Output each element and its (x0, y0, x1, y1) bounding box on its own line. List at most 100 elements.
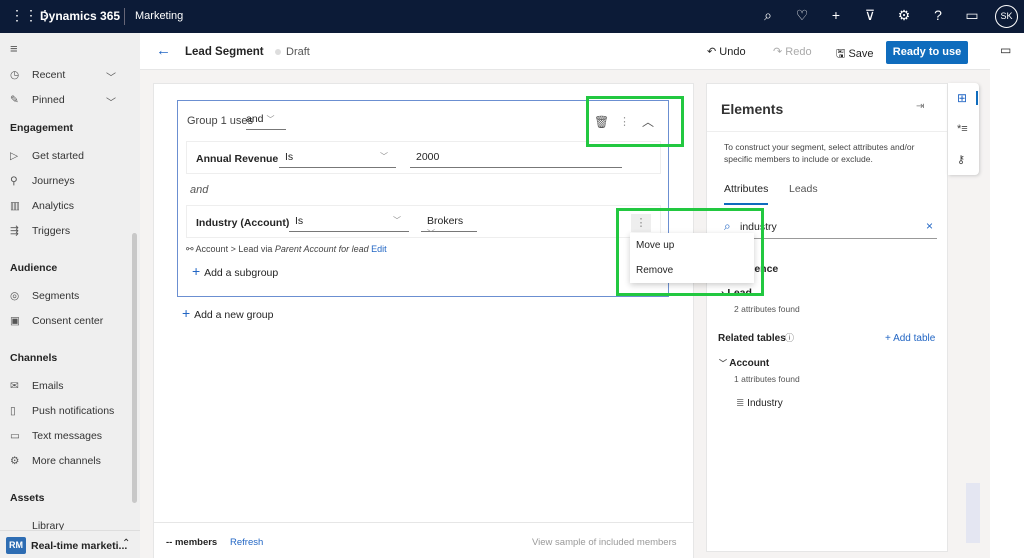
app-name: Marketing (135, 10, 184, 22)
add-group-button[interactable]: + Add a new group (182, 305, 273, 321)
segments-icon: ◎ (10, 290, 20, 302)
sidebar-item-text[interactable]: ▭ Text messages (10, 430, 102, 442)
condition-value-input[interactable]: 2000 (410, 148, 622, 168)
chevron-updown-icon: ⌃ (122, 538, 131, 549)
member-count: -- members (166, 537, 218, 548)
divider (707, 131, 947, 132)
play-icon: ▷ (10, 150, 19, 162)
sidebar-item-triggers[interactable]: ⇶ Triggers (10, 225, 70, 237)
elements-panel: Elements ⇥ To construct your segment, se… (706, 83, 948, 552)
condition-value-select[interactable]: Brokers ﹀ (421, 212, 477, 238)
undo-button[interactable]: ↶ Undo (707, 45, 746, 58)
connector-label: and (190, 184, 209, 196)
chat-icon[interactable]: ▭ (1000, 43, 1011, 57)
trigger-icon: ⇶ (10, 225, 19, 237)
status-dot (275, 49, 281, 55)
ready-to-use-button[interactable]: Ready to use (886, 41, 968, 64)
list-icon: ≣ (736, 398, 748, 409)
sidebar-item-push[interactable]: ▯ Push notifications (10, 405, 114, 417)
area-switcher[interactable]: RM Real-time marketi... ⌃ (0, 530, 140, 558)
sidebar-item-emails[interactable]: ✉ Emails (10, 380, 64, 392)
chat-icon[interactable]: ▭ (963, 7, 981, 24)
chevron-down-icon: ﹀ (427, 229, 435, 238)
redo-button[interactable]: ↷ Redo (773, 45, 812, 58)
section-channels: Channels (10, 352, 58, 364)
relationship-path: ⚯ Account > Lead via Parent Account for … (186, 244, 387, 254)
brand[interactable]: Dynamics 365 (40, 9, 120, 23)
view-sample-link[interactable]: View sample of included members (532, 537, 677, 548)
save-button[interactable]: 🖫 Save (836, 45, 874, 64)
group-operator-select[interactable]: and ﹀ (246, 113, 286, 130)
active-indicator (976, 91, 978, 105)
sidebar-item-library[interactable]: Library (10, 520, 64, 530)
more-channels-icon: ⚙ (10, 455, 20, 467)
sidebar-item-get-started[interactable]: ▷ Get started (10, 150, 84, 162)
search-icon[interactable]: ⌕ (759, 7, 777, 24)
redo-icon: ↷ (773, 46, 786, 58)
add-subgroup-button[interactable]: + Add a subgroup (192, 263, 278, 279)
lightbulb-icon[interactable]: ♡ (793, 7, 811, 24)
condition-operator-select[interactable]: Is ﹀ (289, 212, 409, 232)
pin-icon: ✎ (10, 94, 19, 106)
clear-icon[interactable]: × (926, 219, 933, 233)
list-tab-icon[interactable]: *≡ (957, 123, 968, 135)
phone-icon: ▯ (10, 405, 16, 417)
lead-found-count: 2 attributes found (734, 304, 800, 314)
message-icon: ▭ (10, 430, 20, 442)
tab-attributes[interactable]: Attributes (724, 183, 769, 205)
right-rail: ▭ (990, 33, 1024, 558)
undo-icon: ↶ (707, 46, 720, 58)
command-bar: ← Lead Segment Draft ↶ Undo ↷ Redo 🖫 Sav… (140, 33, 990, 70)
scrollbar[interactable] (132, 233, 137, 503)
chevron-down-icon: ﹀ (380, 152, 388, 161)
related-tables-heading: Related tables (718, 333, 786, 344)
add-table-button[interactable]: + Add table (885, 333, 935, 344)
filter-icon[interactable]: ⊽ (861, 7, 879, 24)
info-icon[interactable]: ⓘ (785, 331, 794, 344)
panel-description: To construct your segment, select attrib… (724, 142, 915, 164)
plus-icon: + (182, 305, 195, 321)
sidebar-item-consent-center[interactable]: ▣ Consent center (10, 315, 103, 327)
chevron-down-icon: ﹀ (393, 216, 401, 225)
refresh-link[interactable]: Refresh (230, 537, 263, 548)
account-found-count: 1 attributes found (734, 374, 800, 384)
plus-icon[interactable]: + (827, 7, 845, 23)
sidebar-item-analytics[interactable]: ▥ Analytics (10, 200, 74, 212)
sidebar: ≡ ◷ Recent ﹀ ✎ Pinned ﹀ Engagement ▷ Get st… (0, 33, 140, 558)
sidebar-item-segments[interactable]: ◎ Segments (10, 290, 79, 302)
highlight-box (616, 208, 764, 296)
email-icon: ✉ (10, 380, 19, 392)
plus-icon: + (192, 263, 205, 279)
help-icon[interactable]: ? (929, 7, 947, 23)
area-badge: RM (6, 537, 26, 554)
back-arrow-icon[interactable]: ← (156, 42, 171, 59)
elements-tab-icon[interactable]: ⊞ (957, 91, 967, 105)
chevron-down-icon[interactable]: ﹀ (106, 69, 116, 84)
group-label: Group 1 uses (187, 115, 254, 127)
divider (124, 8, 125, 25)
condition-attribute: Annual Revenue (196, 153, 279, 165)
sidebar-item-recent[interactable]: ◷ Recent (10, 69, 65, 81)
tools-tab-icon[interactable]: ⚷ (957, 153, 965, 166)
menu-icon[interactable]: ≡ (10, 41, 18, 56)
attribute-industry[interactable]: ≣ Industry (736, 398, 783, 409)
segment-footer: -- members Refresh View sample of includ… (154, 522, 693, 558)
edit-path-link[interactable]: Edit (371, 244, 387, 254)
condition-operator-select[interactable]: Is ﹀ (279, 148, 396, 168)
panel-title: Elements (721, 101, 784, 117)
account-table-toggle[interactable]: ﹀ Account (719, 358, 769, 369)
chevron-down-icon[interactable]: ﹀ (106, 94, 116, 109)
avatar[interactable]: SK (995, 5, 1018, 28)
sidebar-item-more-channels[interactable]: ⚙ More channels (10, 455, 101, 467)
collapse-panel-icon[interactable]: ⇥ (916, 101, 924, 112)
sidebar-item-journeys[interactable]: ⚲ Journeys (10, 175, 75, 187)
decorative-shape (966, 483, 980, 543)
gear-icon[interactable]: ⚙ (895, 7, 913, 24)
condition-attribute: Industry (Account) (196, 217, 290, 229)
sidebar-item-pinned[interactable]: ✎ Pinned (10, 94, 65, 106)
analytics-icon: ▥ (10, 200, 20, 212)
tab-leads[interactable]: Leads (789, 183, 818, 195)
relationship-icon: ⚯ (186, 244, 196, 254)
save-icon: 🖫 (836, 48, 849, 60)
status-badge: Draft (286, 46, 310, 58)
